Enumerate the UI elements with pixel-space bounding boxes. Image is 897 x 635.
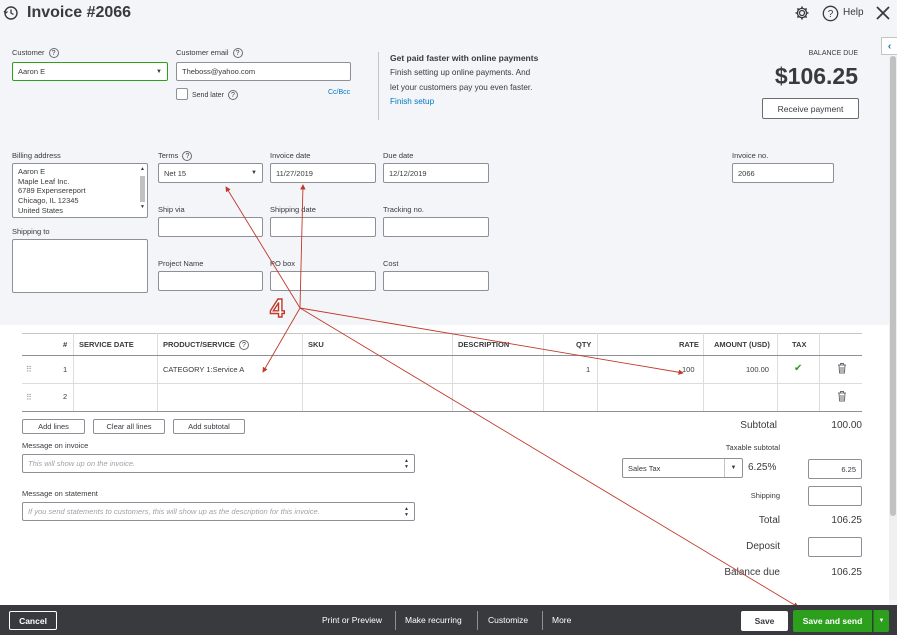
annotation-number: 4 — [269, 292, 285, 323]
make-recurring-link[interactable]: Make recurring — [405, 615, 462, 625]
arrow-to-save-and-send — [299, 307, 799, 608]
footer-divider — [477, 611, 478, 630]
chevron-down-icon: ▼ — [878, 618, 885, 624]
save-button[interactable]: Save — [741, 611, 788, 631]
arrow-to-terms — [225, 186, 301, 309]
footer-divider — [395, 611, 396, 630]
arrow-to-invoice-date — [299, 184, 306, 309]
arrow-to-rate — [299, 307, 684, 375]
cancel-button[interactable]: Cancel — [9, 611, 57, 630]
print-preview-link[interactable]: Print or Preview — [322, 615, 382, 625]
footer-divider — [542, 611, 543, 630]
annotation-arrows — [225, 184, 799, 608]
more-link[interactable]: More — [552, 615, 571, 625]
customize-link[interactable]: Customize — [488, 615, 528, 625]
save-and-send-button[interactable]: Save and send — [793, 610, 872, 632]
save-options-dropdown[interactable]: ▼ — [873, 610, 889, 632]
